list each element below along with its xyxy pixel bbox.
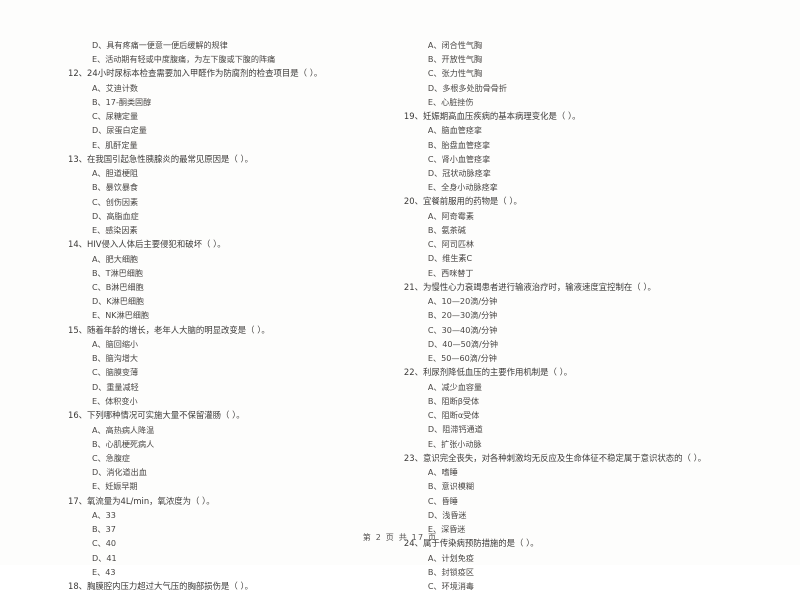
option-e[interactable]: E、心脏挫伤 [428, 95, 786, 109]
right-continued-options: A、闭合性气胸 B、开放性气胸 C、张力性气胸 D、多根多处肋骨骨折 E、心脏挫… [414, 38, 786, 109]
option-e[interactable]: E、妊娠早期 [92, 479, 375, 493]
option-e[interactable]: E、感染因素 [92, 223, 375, 237]
option-a[interactable]: A、胆道梗阻 [92, 166, 375, 180]
option-e[interactable]: E、西咪替丁 [428, 266, 786, 280]
option-d[interactable]: D、高脂血症 [92, 209, 375, 223]
option-b[interactable]: B、脑沟增大 [92, 351, 375, 365]
option-b[interactable]: B、暴饮暴食 [92, 180, 375, 194]
option-a[interactable]: A、脑血管痉挛 [428, 123, 786, 137]
option-a[interactable]: A、高热病人降温 [92, 423, 375, 437]
option-d[interactable]: D、尿蛋白定量 [92, 123, 375, 137]
page-footer: 第 2 页 共 17 页 [362, 533, 438, 542]
option-b[interactable]: B、氨茶碱 [428, 223, 786, 237]
question-stem: 23、意识完全丧失，对各种刺激均无反应及生命体征不稳定属于意识状态的（ ）。 [403, 452, 707, 463]
option-b[interactable]: B、T淋巴细胞 [92, 266, 375, 280]
option-a[interactable]: A、肥大细胞 [92, 252, 375, 266]
option-d[interactable]: D、阻滞钙通道 [428, 422, 786, 436]
option-b[interactable]: B、心肌梗死病人 [92, 437, 375, 451]
option-d[interactable]: D、多根多处肋骨骨折 [428, 81, 786, 95]
option-c[interactable]: C、阻断α受体 [428, 408, 786, 422]
option-c[interactable]: C、昏睡 [428, 494, 786, 508]
option-b[interactable]: B、20—30滴/分钟 [428, 308, 786, 322]
option-c[interactable]: C、阿司匹林 [428, 237, 786, 251]
question-stem: 18、胸膜腔内压力超过大气压的胸部损伤是（ ）。 [68, 580, 253, 591]
option-a[interactable]: A、阿奇霉素 [428, 209, 786, 223]
option-e[interactable]: E、43 [92, 565, 375, 579]
option-c[interactable]: C、肾小血管痉挛 [428, 152, 786, 166]
continued-option: E、活动期有轻或中度腹痛，为左下腹或下腹的阵痛 [92, 54, 276, 65]
left-continued-options: D、具有疼痛一便意一便后缓解的规律 E、活动期有轻或中度腹痛，为左下腹或下腹的阵… [78, 38, 375, 66]
continued-option: D、具有疼痛一便意一便后缓解的规律 [92, 40, 228, 50]
left-column-content: D、具有疼痛一便意一便后缓解的规律 E、活动期有轻或中度腹痛，为左下腹或下腹的阵… [68, 38, 375, 593]
question-stem: 21、为慢性心力衰竭患者进行输液治疗时，输液速度宜控制在（ ）。 [403, 281, 656, 292]
option-e[interactable]: E、50—60滴/分钟 [428, 351, 786, 365]
question-stem: 17、氧流量为4L/min，氧浓度为（ ）。 [68, 495, 215, 506]
left-column: D、具有疼痛一便意一便后缓解的规律 E、活动期有轻或中度腹痛，为左下腹或下腹的阵… [0, 38, 389, 591]
option-b[interactable]: B、阻断β受体 [428, 394, 786, 408]
option-e[interactable]: E、NK淋巴细胞 [92, 308, 375, 322]
option-e[interactable]: E、肌酐定量 [92, 138, 375, 152]
option-e[interactable]: E、全身小动脉痉挛 [428, 180, 786, 194]
option-d[interactable]: D、K淋巴细胞 [92, 294, 375, 308]
option-c[interactable]: C、急腹症 [92, 451, 375, 465]
option-a[interactable]: A、10—20滴/分钟 [428, 294, 786, 308]
option-e[interactable]: E、扩张小动脉 [428, 437, 786, 451]
option-d[interactable]: D、冠状动脉痉挛 [428, 166, 786, 180]
option-c[interactable]: C、环境消毒 [428, 579, 786, 593]
option-a[interactable]: A、33 [92, 508, 375, 522]
option-a[interactable]: A、脑回缩小 [92, 337, 375, 351]
option-d[interactable]: D、41 [92, 551, 375, 565]
question-12: 12、24小时尿标本检查需要加入甲醛作为防腐剂的检查项目是（ ）。 A、艾迪计数… [68, 66, 375, 152]
exam-page-columns: D、具有疼痛一便意一便后缓解的规律 E、活动期有轻或中度腹痛，为左下腹或下腹的阵… [0, 38, 800, 591]
question-stem: 15、随着年龄的增长，老年人大脑的明显改变是（ ）。 [68, 324, 270, 335]
question-23: 23、意识完全丧失，对各种刺激均无反应及生命体征不稳定属于意识状态的（ ）。 A… [404, 451, 786, 536]
option-a[interactable]: A、嗜睡 [428, 465, 786, 479]
option-c[interactable]: C、脑膜变薄 [92, 365, 375, 379]
question-14: 14、HIV侵入人体后主要侵犯和破坏（ ）。 A、肥大细胞 B、T淋巴细胞 C、… [68, 237, 375, 322]
question-stem: 16、下列哪种情况可实施大量不保留灌肠（ ）。 [68, 410, 245, 421]
question-stem: 19、妊娠期高血压疾病的基本病理变化是（ ）。 [403, 111, 581, 122]
option-d[interactable]: D、40—50滴/分钟 [428, 337, 786, 351]
option-a[interactable]: A、减少血容量 [428, 380, 786, 394]
option-b[interactable]: B、封锁疫区 [428, 565, 786, 579]
option-b[interactable]: B、开放性气胸 [428, 52, 786, 66]
question-20: 20、宜餐前服用的药物是（ ）。 A、阿奇霉素 B、氨茶碱 C、阿司匹林 D、维… [404, 194, 786, 280]
option-c[interactable]: C、30—40滴/分钟 [428, 323, 786, 337]
option-d[interactable]: D、维生素C [428, 251, 786, 265]
option-a[interactable]: A、艾迪计数 [92, 81, 375, 95]
option-b[interactable]: B、17-酮类固醇 [92, 95, 375, 109]
question-stem: 13、在我国引起急性胰腺炎的最常见原因是（ ）。 [68, 153, 253, 164]
right-column-content: A、闭合性气胸 B、开放性气胸 C、张力性气胸 D、多根多处肋骨骨折 E、心脏挫… [404, 38, 786, 593]
question-21: 21、为慢性心力衰竭患者进行输液治疗时，输液速度宜控制在（ ）。 A、10—20… [404, 280, 786, 365]
option-d[interactable]: D、重量减轻 [92, 380, 375, 394]
option-a[interactable]: A、闭合性气胸 [428, 38, 786, 52]
question-stem: 20、宜餐前服用的药物是（ ）。 [403, 196, 522, 207]
right-column: A、闭合性气胸 B、开放性气胸 C、张力性气胸 D、多根多处肋骨骨折 E、心脏挫… [404, 38, 800, 591]
option-e[interactable]: E、体积变小 [92, 394, 375, 408]
question-stem: 22、利尿剂降低血压的主要作用机制是（ ）。 [403, 367, 573, 378]
question-18: 18、胸膜腔内压力超过大气压的胸部损伤是（ ）。 [68, 579, 375, 593]
question-stem: 12、24小时尿标本检查需要加入甲醛作为防腐剂的检查项目是（ ）。 [68, 68, 323, 79]
option-c[interactable]: C、创伤因素 [92, 195, 375, 209]
question-22: 22、利尿剂降低血压的主要作用机制是（ ）。 A、减少血容量 B、阻断β受体 C… [404, 365, 786, 451]
option-d[interactable]: D、消化道出血 [92, 465, 375, 479]
option-c[interactable]: C、B淋巴细胞 [92, 280, 375, 294]
question-19: 19、妊娠期高血压疾病的基本病理变化是（ ）。 A、脑血管痉挛 B、胎盘血管痉挛… [404, 109, 786, 194]
question-13: 13、在我国引起急性胰腺炎的最常见原因是（ ）。 A、胆道梗阻 B、暴饮暴食 C… [68, 152, 375, 237]
question-stem: 14、HIV侵入人体后主要侵犯和破坏（ ）。 [68, 239, 226, 250]
option-c[interactable]: C、尿糖定量 [92, 109, 375, 123]
question-16: 16、下列哪种情况可实施大量不保留灌肠（ ）。 A、高热病人降温 B、心肌梗死病… [68, 408, 375, 493]
option-a[interactable]: A、计划免疫 [428, 551, 786, 565]
option-c[interactable]: C、张力性气胸 [428, 66, 786, 80]
option-b[interactable]: B、胎盘血管痉挛 [428, 138, 786, 152]
question-15: 15、随着年龄的增长，老年人大脑的明显改变是（ ）。 A、脑回缩小 B、脑沟增大… [68, 323, 375, 408]
option-b[interactable]: B、意识模糊 [428, 479, 786, 493]
option-d[interactable]: D、浅昏迷 [428, 508, 786, 522]
